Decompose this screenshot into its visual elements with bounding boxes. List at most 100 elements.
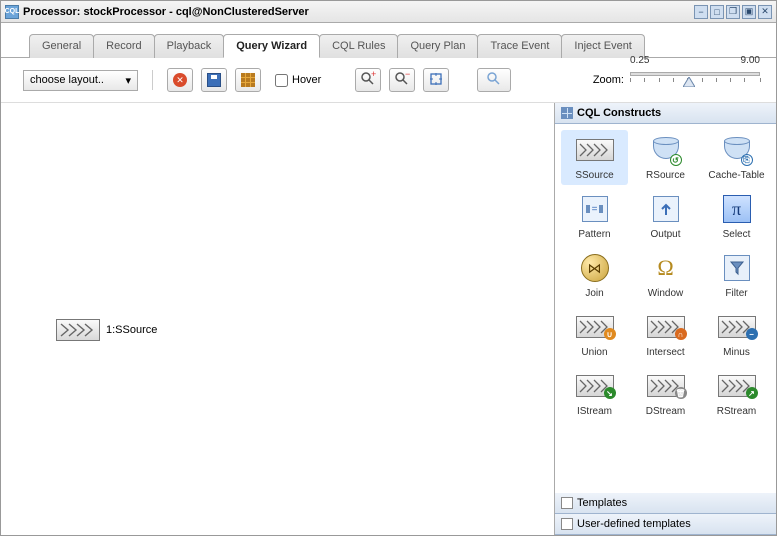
construct-cache-table[interactable]: ⎘Cache-Table [703,130,770,185]
construct-filter[interactable]: Filter [703,248,770,303]
window-controls: − □ ❐ ▣ ✕ [694,5,772,19]
window-title: Processor: stockProcessor - cql@NonClust… [23,6,694,18]
hover-checkbox[interactable] [275,74,288,87]
search-button[interactable] [477,68,511,92]
filter-icon [717,252,757,284]
construct-label: Union [581,347,607,358]
close-button[interactable]: ✕ [758,5,772,19]
tab-trace-event[interactable]: Trace Event [477,34,562,58]
svg-text:+: + [371,71,376,79]
construct-intersect[interactable]: ∩ Intersect [632,307,699,362]
hover-label: Hover [292,74,321,86]
rstream-icon: ↗ [717,370,757,402]
template-icon [561,497,573,509]
ssource-node-icon [56,319,100,341]
construct-dstream[interactable]: 🗑 DStream [632,366,699,421]
tab-general[interactable]: General [29,34,94,58]
chevron-down-icon: ▾ [125,74,131,87]
construct-ssource[interactable]: SSource [561,130,628,185]
zoom-label: Zoom: [593,74,624,86]
construct-label: Filter [725,288,747,299]
search-icon [486,71,502,90]
maximize-button[interactable]: ▣ [742,5,756,19]
tab-playback[interactable]: Playback [154,34,225,58]
tab-cql-rules[interactable]: CQL Rules [319,34,398,58]
construct-label: Select [723,229,751,240]
construct-istream[interactable]: ↘ IStream [561,366,628,421]
construct-rstream[interactable]: ↗ RStream [703,366,770,421]
grid-button[interactable] [235,68,261,92]
zoom-in-button[interactable]: + [355,68,381,92]
layout-dropdown[interactable]: choose layout.. ▾ [23,70,138,91]
construct-join[interactable]: ⋈ Join [561,248,628,303]
delete-button[interactable]: ✕ [167,68,193,92]
construct-label: RSource [646,170,685,181]
save-icon [207,73,221,87]
canvas-node-label: 1:SSource [106,324,157,336]
tab-query-plan[interactable]: Query Plan [397,34,478,58]
palette-section-label: Templates [577,497,627,509]
palette-section-label: User-defined templates [577,518,691,530]
construct-label: Intersect [646,347,684,358]
delete-icon: ✕ [173,73,187,87]
join-icon: ⋈ [575,252,615,284]
construct-label: Window [648,288,684,299]
titlebar: CQL Processor: stockProcessor - cql@NonC… [1,1,776,23]
dstream-icon: 🗑 [646,370,686,402]
canvas-node-ssource[interactable]: 1:SSource [56,319,157,341]
restore-button[interactable]: ❐ [726,5,740,19]
construct-label: Cache-Table [708,170,764,181]
construct-label: RStream [717,406,756,417]
construct-label: DStream [646,406,685,417]
construct-label: Minus [723,347,750,358]
construct-window[interactable]: ΩWindow [632,248,699,303]
palette-header-constructs[interactable]: CQL Constructs [555,103,776,124]
template-icon [561,518,573,530]
query-canvas[interactable]: 1:SSource [1,103,554,535]
minus-icon: − [717,311,757,343]
maximize-inner-button[interactable]: □ [710,5,724,19]
tab-record[interactable]: Record [93,34,154,58]
rsource-icon: ↺ [646,134,686,166]
construct-select[interactable]: π Select [703,189,770,244]
grid-icon [241,73,255,87]
toolbar-separator [152,70,153,90]
construct-label: Pattern [578,229,610,240]
pattern-icon: = [575,193,615,225]
app-icon: CQL [5,5,19,19]
istream-icon: ↘ [575,370,615,402]
toolbar: choose layout.. ▾ ✕ Hover + [1,58,776,103]
zoom-out-button[interactable]: − [389,68,415,92]
processor-window: CQL Processor: stockProcessor - cql@NonC… [0,0,777,536]
zoom-min-label: 0.25 [630,55,649,66]
layout-dropdown-label: choose layout.. [30,74,104,86]
palette-section-templates[interactable]: Templates [555,493,776,514]
palette-body: SSource ↺ RSource ⎘Cache-Table = Pattern Outpu… [555,124,776,493]
tab-bar: General Record Playback Query Wizard CQL… [1,23,776,58]
construct-label: SSource [575,170,613,181]
construct-rsource[interactable]: ↺ RSource [632,130,699,185]
zoom-slider[interactable]: 0.25 9.00 [630,66,760,94]
content-area: 1:SSource CQL Constructs SSource ↺ RSource… [1,103,776,535]
construct-label: IStream [577,406,612,417]
construct-union[interactable]: ∪Union [561,307,628,362]
zoom-in-icon: + [360,71,376,90]
tab-query-wizard[interactable]: Query Wizard [223,34,320,58]
hover-checkbox-group: Hover [275,74,321,87]
construct-pattern[interactable]: = Pattern [561,189,628,244]
intersect-icon: ∩ [646,311,686,343]
ssource-icon [575,134,615,166]
output-icon [646,193,686,225]
construct-output[interactable]: Output [632,189,699,244]
svg-text:−: − [405,71,410,79]
select-icon: π [717,193,757,225]
minimize-button[interactable]: − [694,5,708,19]
fit-icon [429,72,443,89]
fit-button[interactable] [423,68,449,92]
palette-title: CQL Constructs [577,107,661,119]
construct-label: Join [585,288,603,299]
construct-minus[interactable]: − Minus [703,307,770,362]
palette-section-user-templates[interactable]: User-defined templates [555,514,776,535]
zoom-controls: Zoom: 0.25 9.00 [593,66,760,94]
save-button[interactable] [201,68,227,92]
